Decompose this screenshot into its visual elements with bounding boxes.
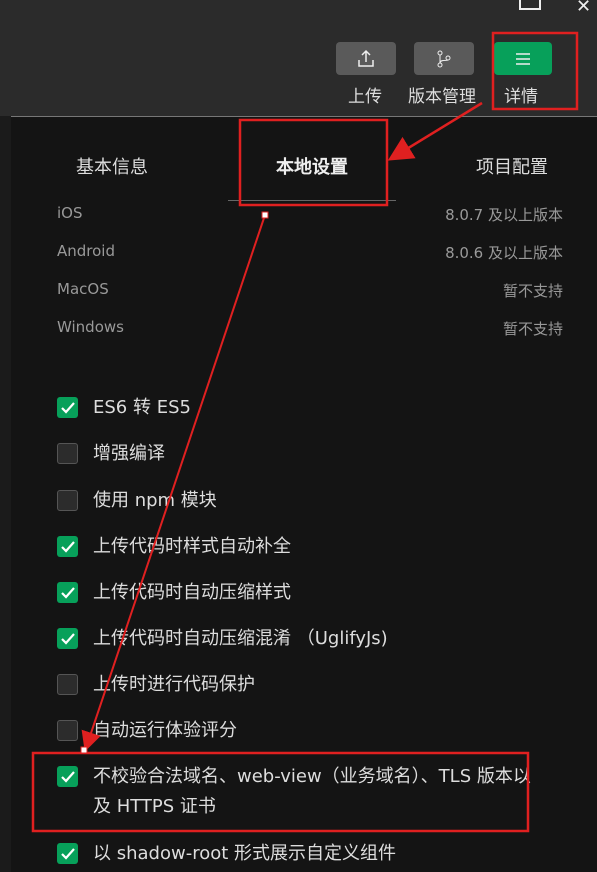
checkbox[interactable] [57,674,78,695]
setting-checkbox-row[interactable]: 上传代码时自动压缩混淆 （UglifyJs) [57,624,537,654]
platform-name: Android [57,242,115,260]
setting-label: 不校验合法域名、web-view（业务域名）、TLS 版本以及 HTTPS 证书 [93,766,531,817]
checkbox[interactable] [57,397,78,418]
checkbox[interactable] [57,443,78,464]
platform-row: MacOS 暂不支持 [57,280,563,301]
checkbox[interactable] [57,720,78,741]
platform-name: Windows [57,318,124,336]
platform-row: iOS 8.0.7 及以上版本 [57,204,563,225]
platform-name: iOS [57,204,83,222]
checkbox[interactable] [57,766,78,787]
check-icon [60,632,75,645]
setting-label: ES6 转 ES5 [93,397,191,418]
editor-edge [0,116,11,872]
upload-button[interactable] [336,42,396,75]
setting-label: 使用 npm 模块 [93,490,217,511]
platform-support: 暂不支持 [502,320,563,338]
maximize-icon[interactable] [519,0,541,10]
setting-checkbox-row[interactable]: 上传时进行代码保护 [57,670,537,700]
setting-checkbox-row[interactable]: 增强编译 [57,439,537,469]
setting-label: 自动运行体验评分 [93,720,237,741]
platform-support: 8.0.7 及以上版本 [445,206,563,224]
checkbox[interactable] [57,536,78,557]
platform-row: Android 8.0.6 及以上版本 [57,242,563,263]
details-button[interactable] [494,42,552,75]
tab-project-config[interactable]: 项目配置 [476,153,548,179]
check-icon [60,770,75,783]
close-icon[interactable]: ✕ [576,0,591,17]
checkbox[interactable] [57,582,78,603]
setting-label: 上传代码时样式自动补全 [93,536,291,557]
setting-label: 上传代码时自动压缩混淆 （UglifyJs) [93,628,388,649]
platform-support: 暂不支持 [502,282,563,300]
platform-name: MacOS [57,280,109,298]
setting-checkbox-row[interactable]: 以 shadow-root 形式展示自定义组件 [57,839,537,869]
setting-label: 增强编译 [93,443,165,464]
setting-checkbox-row[interactable]: 不校验合法域名、web-view（业务域名）、TLS 版本以及 HTTPS 证书 [57,762,537,822]
setting-label: 上传代码时自动压缩样式 [93,582,291,603]
upload-label: 上传 [348,87,382,107]
toolbar: ✕ 上传 版本管理 详情 [0,0,597,116]
menu-icon [516,52,530,65]
tab-local-settings[interactable]: 本地设置 [276,153,348,179]
setting-label: 上传时进行代码保护 [93,674,255,695]
branch-icon [437,50,451,67]
check-icon [60,847,75,860]
setting-checkbox-row[interactable]: 使用 npm 模块 [57,486,537,516]
tab-basic-info[interactable]: 基本信息 [76,153,148,179]
details-label: 详情 [504,87,538,107]
checkbox[interactable] [57,628,78,649]
check-icon [60,401,75,414]
platform-support: 8.0.6 及以上版本 [445,244,563,262]
check-icon [60,586,75,599]
details-panel: 基本信息 本地设置 项目配置 iOS 8.0.7 及以上版本 Android 8.0.… [11,116,597,872]
checkbox[interactable] [57,490,78,511]
checkbox[interactable] [57,843,78,864]
setting-checkbox-row[interactable]: 上传代码时自动压缩样式 [57,578,537,608]
setting-checkbox-row[interactable]: 自动运行体验评分 [57,716,537,746]
setting-checkbox-row[interactable]: ES6 转 ES5 [57,393,537,423]
upload-icon [358,49,374,67]
check-icon [60,540,75,553]
platform-row: Windows 暂不支持 [57,318,563,339]
setting-label: 以 shadow-root 形式展示自定义组件 [93,843,397,864]
tab-underline [228,200,396,201]
setting-checkbox-row[interactable]: 上传代码时样式自动补全 [57,532,537,562]
version-button[interactable] [414,42,474,75]
version-label: 版本管理 [408,87,476,107]
